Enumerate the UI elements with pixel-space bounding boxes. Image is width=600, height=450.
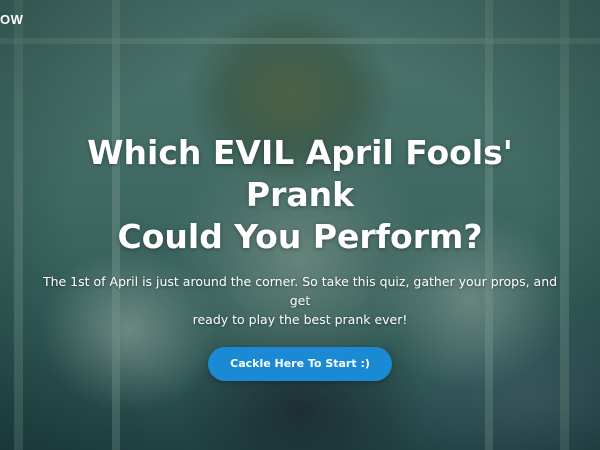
quiz-description-line: The 1st of April is just around the corn…: [42, 274, 558, 308]
quiz-title: Which EVIL April Fools' Prank Could You …: [40, 132, 560, 258]
quiz-title-line: Could You Perform?: [117, 217, 483, 256]
quiz-description: The 1st of April is just around the corn…: [40, 272, 560, 329]
start-quiz-button[interactable]: Cackle Here To Start :): [208, 347, 392, 381]
quiz-description-line: ready to play the best prank ever!: [192, 312, 408, 327]
quiz-title-line: Which EVIL April Fools' Prank: [87, 133, 513, 214]
hero-content: Which EVIL April Fools' Prank Could You …: [0, 132, 600, 381]
site-logo[interactable]: OW: [0, 12, 23, 27]
quiz-hero: OW Which EVIL April Fools' Prank Could Y…: [0, 0, 600, 450]
